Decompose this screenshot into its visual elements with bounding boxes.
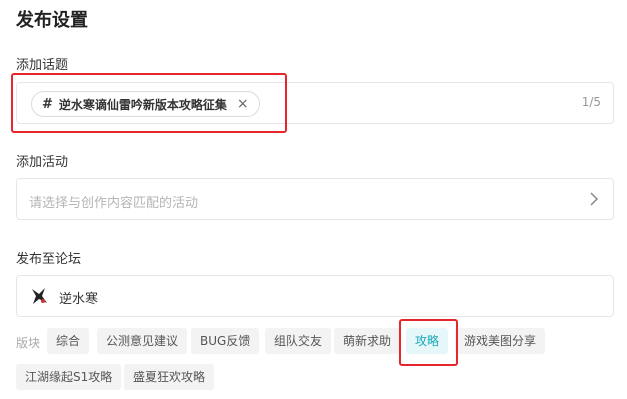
highlight-box-topic [11, 73, 287, 133]
game-logo-icon [32, 288, 47, 304]
section-tag[interactable]: 盛夏狂欢攻略 [124, 364, 215, 390]
chevron-right-icon [590, 192, 599, 206]
section-tag[interactable]: 萌新求助 [334, 328, 401, 354]
page-title: 发布设置 [16, 10, 88, 31]
section-tag[interactable]: BUG反馈 [191, 328, 260, 354]
activity-label: 添加活动 [16, 155, 69, 170]
activity-placeholder: 请选择与创作内容匹配的活动 [29, 196, 199, 211]
forum-label: 发布至论坛 [16, 252, 82, 267]
forum-name: 逆水寒 [59, 292, 99, 307]
section-tag[interactable]: 江湖缘起S1攻略 [16, 364, 122, 390]
forum-select[interactable]: 逆水寒 [16, 275, 614, 317]
section-tag[interactable]: 游戏美图分享 [455, 328, 546, 354]
section-tag[interactable]: 综合 [47, 328, 90, 354]
topic-label: 添加话题 [16, 58, 69, 73]
section-tag[interactable]: 公测意见建议 [97, 328, 188, 354]
topic-count: 1/5 [581, 95, 601, 109]
activity-select[interactable]: 请选择与创作内容匹配的活动 [16, 178, 614, 220]
section-tag[interactable]: 组队交友 [265, 328, 332, 354]
section-label: 版块 [16, 336, 41, 350]
highlight-box-selected-tag [399, 319, 458, 366]
